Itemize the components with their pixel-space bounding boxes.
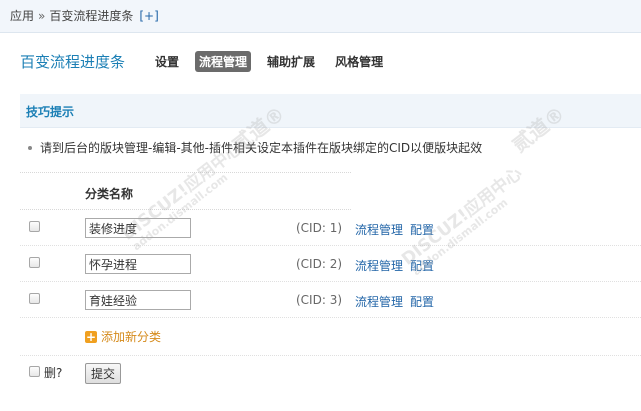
- page-header: 百变流程进度条 设置 流程管理 辅助扩展 风格管理: [20, 50, 399, 72]
- add-category-row: + 添加新分类: [85, 328, 161, 345]
- tab-settings[interactable]: 设置: [151, 51, 183, 72]
- category-name-input[interactable]: [85, 290, 191, 310]
- cid-label: (CID: 1): [296, 221, 343, 235]
- breadcrumb-separator: »: [38, 9, 46, 23]
- config-link[interactable]: 配置: [410, 221, 434, 238]
- row-checkbox[interactable]: [29, 257, 40, 268]
- delete-all-checkbox[interactable]: [29, 366, 40, 377]
- submit-button[interactable]: 提交: [85, 363, 122, 384]
- category-name-input[interactable]: [85, 218, 191, 238]
- tab-extensions[interactable]: 辅助扩展: [263, 51, 319, 72]
- category-name-input[interactable]: [85, 254, 191, 274]
- row-checkbox[interactable]: [29, 221, 40, 232]
- tab-style-management[interactable]: 风格管理: [331, 51, 387, 72]
- delete-label: 删?: [44, 366, 63, 380]
- table-row: (CID: 3) 流程管理 配置: [20, 282, 641, 318]
- cid-label: (CID: 2): [296, 257, 343, 271]
- add-category-link[interactable]: 添加新分类: [101, 328, 161, 345]
- tips-label: 技巧提示: [26, 105, 75, 119]
- config-link[interactable]: 配置: [410, 257, 434, 274]
- row-checkbox[interactable]: [29, 293, 40, 304]
- flow-management-link[interactable]: 流程管理: [355, 293, 403, 310]
- breadcrumb-current: 百变流程进度条: [49, 9, 134, 23]
- page-title: 百变流程进度条: [20, 52, 126, 71]
- breadcrumb: 应用 » 百变流程进度条 [+]: [0, 0, 641, 33]
- tip-item: 请到后台的版块管理-编辑-其他-插件相关设定本插件在版块绑定的CID以便版块起效: [28, 139, 482, 156]
- breadcrumb-add-link[interactable]: [+]: [139, 9, 158, 23]
- form-footer: 删? 提交: [20, 355, 641, 391]
- tips-bar: 技巧提示: [20, 94, 641, 128]
- flow-management-link[interactable]: 流程管理: [355, 221, 403, 238]
- tip-text: 请到后台的版块管理-编辑-其他-插件相关设定本插件在版块绑定的CID以便版块起效: [40, 141, 483, 155]
- config-link[interactable]: 配置: [410, 293, 434, 310]
- table-header: 分类名称: [20, 172, 351, 210]
- breadcrumb-root[interactable]: 应用: [10, 9, 34, 23]
- table-row: (CID: 2) 流程管理 配置: [20, 246, 641, 282]
- bullet-icon: [28, 145, 32, 150]
- table-row: (CID: 1) 流程管理 配置: [20, 210, 641, 246]
- flow-management-link[interactable]: 流程管理: [355, 257, 403, 274]
- cid-label: (CID: 3): [296, 293, 343, 307]
- plus-icon: +: [85, 329, 97, 344]
- column-header-category-name: 分类名称: [85, 187, 134, 201]
- tab-flow-management[interactable]: 流程管理: [195, 50, 252, 72]
